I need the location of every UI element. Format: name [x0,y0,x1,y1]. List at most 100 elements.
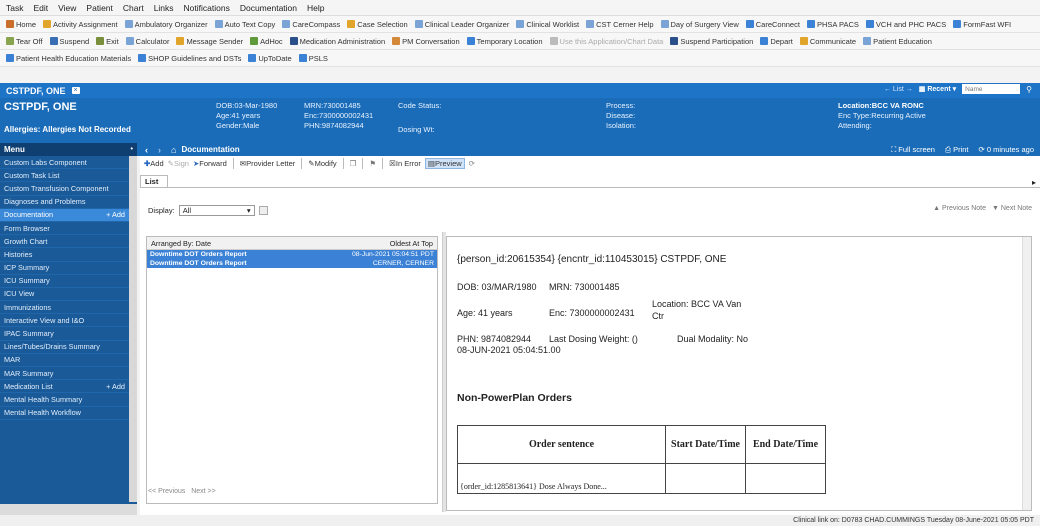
sidebar-item-growth-chart[interactable]: Growth Chart [0,235,137,249]
forward-button[interactable]: ➤Forward [193,159,227,168]
filter-options-button[interactable] [258,206,268,215]
add-button[interactable]: + Add [106,382,125,391]
toolbar-careconnect[interactable]: CareConnect [744,20,802,29]
tab-overflow-icon[interactable]: ▸ [1032,178,1036,187]
sidebar-item-custom-task-list[interactable]: Custom Task List [0,169,137,183]
toolbar-calculator[interactable]: Calculator [124,37,172,46]
display-select[interactable]: All ▾ [178,205,255,216]
allergies-label[interactable]: Allergies: Allergies Not Recorded [4,125,131,134]
nav-horizontal-scrollbar[interactable] [0,504,137,515]
toolbar-patient-education[interactable]: Patient Education [861,37,934,46]
toolbar-temporary-location[interactable]: Temporary Location [465,37,545,46]
sidebar-item-mar[interactable]: MAR [0,354,137,367]
menu-task[interactable]: Task [6,3,23,13]
list-button[interactable]: ← List → [884,86,913,93]
sidebar-item-form-browser[interactable]: Form Browser [0,222,137,236]
previous-note-button[interactable]: ▲ Previous Note [933,205,986,212]
toolbar-home[interactable]: Home [4,20,38,29]
sidebar-item-immunizations[interactable]: Immunizations [0,301,137,315]
sidebar-item-lines-tubes-drains-summary[interactable]: Lines/Tubes/Drains Summary [0,341,137,354]
toolbar-message-sender[interactable]: Message Sender [174,37,245,46]
toolbar-formfast-wfi[interactable]: FormFast WFI [951,20,1013,29]
toolbar-clinical-leader-organizer[interactable]: Clinical Leader Organizer [413,20,512,29]
in-error-button[interactable]: ☒In Error [389,159,421,168]
pager-next[interactable]: Next >> [191,488,216,495]
list-item[interactable]: Downtime DOT Orders Report CERNER, CERNER [147,259,437,268]
toolbar-pm-conversation[interactable]: PM Conversation [390,37,462,46]
search-icon[interactable]: ⚲ [1026,85,1032,94]
list-item[interactable]: Downtime DOT Orders Report 08-Jun-2021 05… [147,250,437,259]
toolbar-case-selection[interactable]: Case Selection [345,20,409,29]
toolbar-exit[interactable]: Exit [94,37,121,46]
toolbar-psls[interactable]: PSLS [297,54,330,63]
next-note-button[interactable]: ▼ Next Note [992,205,1032,212]
sidebar-item-custom-transfusion-component[interactable]: Custom Transfusion Component [0,182,137,196]
patient-tab[interactable]: CSTPDF, ONE [0,86,72,96]
pin-icon[interactable]: • [131,146,133,153]
add-button[interactable]: ✚Add [144,159,164,168]
sidebar-item-medication-list[interactable]: Medication List + Add [0,380,137,394]
print-button[interactable]: ⎙ Print [945,145,969,155]
add-button[interactable]: + Add [106,210,125,219]
toolbar-phsa-pacs[interactable]: PHSA PACS [805,20,861,29]
home-icon[interactable]: ⌂ [171,145,176,155]
toolbar-day-of-surgery-view[interactable]: Day of Surgery View [659,20,741,29]
menu-documentation[interactable]: Documentation [240,3,297,13]
patient-search-input[interactable] [962,84,1021,94]
tab-list[interactable]: List [140,175,168,187]
preview-button[interactable]: ▤Preview [424,158,465,169]
sidebar-item-icu-view[interactable]: ICU View [0,288,137,302]
sidebar-item-documentation[interactable]: Documentation + Add [0,208,137,222]
nav-scrollbar[interactable] [129,156,137,502]
toolbar-medication-administration[interactable]: Medication Administration [288,37,387,46]
copy-icon[interactable]: ❐ [350,159,357,168]
sidebar-item-custom-labs-component[interactable]: Custom Labs Component [0,156,137,170]
toolbar-uptodate[interactable]: UpToDate [246,54,293,63]
menu-help[interactable]: Help [307,3,324,13]
menu-chart[interactable]: Chart [123,3,144,13]
toolbar-clinical-worklist[interactable]: Clinical Worklist [514,20,581,29]
toolbar-use-this-application-chart-data[interactable]: Use this Application/Chart Data [548,37,666,46]
modify-button[interactable]: ✎Modify [308,159,336,168]
toolbar-adhoc[interactable]: AdHoc [248,37,285,46]
sign-button[interactable]: ✎Sign [168,159,189,168]
sidebar-item-diagnoses-and-problems[interactable]: Diagnoses and Problems [0,196,137,209]
toolbar-activity-assignment[interactable]: Activity Assignment [41,20,120,29]
sidebar-item-icu-summary[interactable]: ICU Summary [0,275,137,288]
sidebar-item-mental-health-workflow[interactable]: Mental Health Workflow [0,407,137,420]
toolbar-carecompass[interactable]: CareCompass [280,20,342,29]
pager-previous[interactable]: << Previous [148,488,185,495]
menu-patient[interactable]: Patient [86,3,112,13]
close-tab-icon[interactable]: × [71,87,80,94]
refresh-icon[interactable]: ⟳ [469,159,475,168]
back-icon[interactable]: ‹ [145,145,148,155]
sidebar-item-histories[interactable]: Histories [0,248,137,262]
toolbar-depart[interactable]: Depart [758,37,795,46]
flag-icon[interactable]: ⚑ [369,159,376,168]
toolbar-vch-and-phc-pacs[interactable]: VCH and PHC PACS [864,20,948,29]
menu-notifications[interactable]: Notifications [184,3,230,13]
toolbar-patient-health-education-materials[interactable]: Patient Health Education Materials [4,54,133,63]
menu-view[interactable]: View [58,3,76,13]
toolbar-suspend[interactable]: Suspend [48,37,92,46]
toolbar-ambulatory-organizer[interactable]: Ambulatory Organizer [123,20,210,29]
recent-button[interactable]: ▦ Recent ▾ [919,85,956,93]
toolbar-cst-cerner-help[interactable]: CST Cerner Help [584,20,655,29]
toolbar-communicate[interactable]: Communicate [798,37,858,46]
toolbar-auto-text-copy[interactable]: Auto Text Copy [213,20,278,29]
toolbar-tear-off[interactable]: Tear Off [4,37,45,46]
sidebar-item-mar-summary[interactable]: MAR Summary [0,367,137,381]
sidebar-item-icp-summary[interactable]: ICP Summary [0,262,137,275]
menu-header[interactable]: Menu • [0,143,137,156]
forward-icon[interactable]: › [158,145,161,155]
menu-links[interactable]: Links [154,3,174,13]
sidebar-item-interactive-view-and-i-o[interactable]: Interactive View and I&O [0,314,137,328]
list-header[interactable]: Arranged By: Date Oldest At Top [147,237,437,250]
refresh-timer[interactable]: ⟳ 0 minutes ago [979,145,1035,155]
provider-letter-button[interactable]: ✉Provider Letter [240,159,296,168]
toolbar-suspend-participation[interactable]: Suspend Participation [668,37,755,46]
menu-edit[interactable]: Edit [33,3,48,13]
fullscreen-button[interactable]: ⛶ Full screen [891,145,935,155]
sidebar-item-mental-health-summary[interactable]: Mental Health Summary [0,393,137,407]
doc-scrollbar[interactable] [1022,237,1031,510]
